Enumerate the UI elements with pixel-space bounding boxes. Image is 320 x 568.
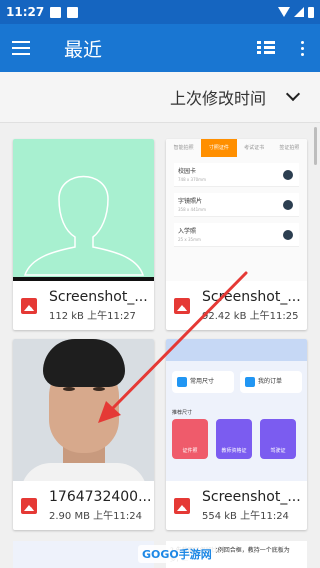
file-card[interactable]: 智能拍照 寸照证件 考试证书 签证拍照 校园卡 748 x 370mm 字镜照片 3… (166, 139, 307, 330)
sort-bar[interactable]: 上次修改时间 (0, 72, 320, 123)
image-notification-icon (67, 6, 79, 18)
page-title: 最近 (64, 38, 103, 61)
signal-icon (294, 7, 304, 17)
file-name: Screenshot_... (202, 489, 301, 505)
file-name: 1764732400... (49, 489, 152, 505)
file-card[interactable]: Screenshot_... 112 kB 上午11:27 (13, 139, 154, 330)
file-thumbnail: 常用尺寸 我的订单 推荐尺寸 证件照 教师资格证 驾驶证 (166, 339, 307, 481)
camera-icon (283, 170, 293, 180)
clock: 11:27 (6, 5, 45, 19)
battery-icon (308, 6, 314, 18)
notification-icon (50, 6, 62, 18)
chevron-down-icon[interactable] (285, 86, 301, 102)
wifi-icon (278, 7, 290, 17)
sort-label[interactable]: 上次修改时间 (170, 85, 266, 109)
camera-icon (283, 230, 293, 240)
image-file-icon (174, 497, 190, 514)
app-bar: 最近 (0, 24, 320, 72)
image-file-icon (174, 297, 190, 314)
file-meta: 112 kB 上午11:27 (49, 311, 136, 322)
file-thumbnail (13, 139, 154, 281)
camera-icon (283, 200, 293, 210)
file-meta: 554 kB 上午11:24 (202, 511, 289, 522)
file-card[interactable]: 1764732400... 2.90 MB 上午11:24 (13, 339, 154, 530)
scrollbar[interactable] (314, 127, 317, 165)
file-grid: Screenshot_... 112 kB 上午11:27 智能拍照 寸照证件 … (0, 123, 320, 568)
image-file-icon (21, 297, 37, 314)
file-card[interactable] (13, 541, 154, 568)
watermark: GOGO手游网 (138, 545, 216, 563)
file-thumbnail (13, 339, 154, 481)
file-card[interactable]: 常用尺寸 我的订单 推荐尺寸 证件照 教师资格证 驾驶证 Screenshot_… (166, 339, 307, 530)
file-meta: 92.42 kB 上午11:25 (202, 311, 299, 322)
hamburger-menu-icon[interactable] (12, 41, 30, 55)
file-meta: 2.90 MB 上午11:24 (49, 511, 142, 522)
list-view-icon[interactable] (257, 41, 275, 55)
file-name: Screenshot_... (202, 289, 301, 305)
file-thumbnail: 智能拍照 寸照证件 考试证书 签证拍照 校园卡 748 x 370mm 字镜照片 3… (166, 139, 307, 281)
file-name: Screenshot_... (49, 289, 148, 305)
more-options-icon[interactable] (297, 40, 308, 56)
status-bar: 11:27 (0, 0, 320, 24)
image-file-icon (21, 497, 37, 514)
